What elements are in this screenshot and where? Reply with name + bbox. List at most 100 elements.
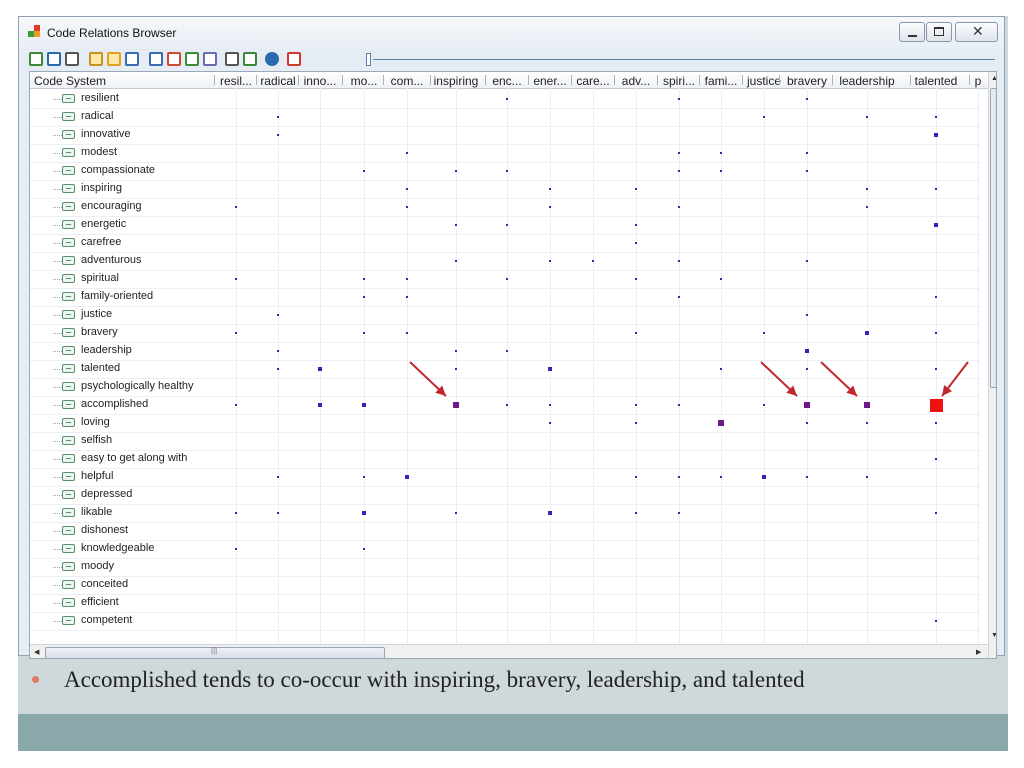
- column-separator[interactable]: [485, 75, 486, 85]
- co-occurrence-cell[interactable]: [678, 206, 680, 208]
- column-header-5[interactable]: inspiring: [432, 74, 480, 88]
- table-row[interactable]: efficient: [30, 594, 980, 613]
- co-occurrence-cell[interactable]: [506, 404, 508, 406]
- table-row[interactable]: resilient: [30, 90, 980, 109]
- co-occurrence-cell[interactable]: [866, 206, 868, 208]
- co-occurrence-cell[interactable]: [866, 116, 868, 118]
- vertical-scrollbar[interactable]: ▲ ▼: [988, 72, 996, 658]
- table-row[interactable]: modest: [30, 144, 980, 163]
- columns-icon[interactable]: [89, 52, 103, 66]
- co-occurrence-cell[interactable]: [935, 188, 937, 190]
- column-header-7[interactable]: ener...: [530, 74, 570, 88]
- co-occurrence-cell[interactable]: [678, 296, 680, 298]
- co-occurrence-cell[interactable]: [804, 402, 810, 408]
- copy-icon[interactable]: [203, 52, 217, 66]
- table-row[interactable]: depressed: [30, 486, 980, 505]
- column-separator[interactable]: [614, 75, 615, 85]
- table-row[interactable]: selfish: [30, 432, 980, 451]
- co-occurrence-cell[interactable]: [635, 278, 637, 280]
- co-occurrence-cell[interactable]: [455, 368, 457, 370]
- co-occurrence-cell[interactable]: [406, 332, 408, 334]
- co-occurrence-cell[interactable]: [935, 368, 937, 370]
- co-occurrence-cell[interactable]: [935, 620, 937, 622]
- column-header-4[interactable]: com...: [385, 74, 430, 88]
- table-row[interactable]: accomplished: [30, 396, 980, 415]
- co-occurrence-cell[interactable]: [549, 188, 551, 190]
- table-row[interactable]: psychologically healthy: [30, 378, 980, 397]
- column-header-9[interactable]: adv...: [616, 74, 656, 88]
- co-occurrence-cell[interactable]: [592, 260, 594, 262]
- co-occurrence-cell[interactable]: [506, 170, 508, 172]
- table-row[interactable]: dishonest: [30, 522, 980, 541]
- refresh-icon[interactable]: [243, 52, 257, 66]
- table-row[interactable]: bravery: [30, 324, 980, 343]
- co-occurrence-cell[interactable]: [718, 420, 724, 426]
- column-header-10[interactable]: spiri...: [659, 74, 699, 88]
- co-occurrence-cell[interactable]: [806, 152, 808, 154]
- table-row[interactable]: inspiring: [30, 180, 980, 199]
- co-occurrence-cell[interactable]: [406, 296, 408, 298]
- table-row[interactable]: leadership: [30, 342, 980, 361]
- co-occurrence-cell[interactable]: [935, 332, 937, 334]
- scroll-left-icon[interactable]: ◀: [34, 649, 39, 657]
- maximize-button[interactable]: [926, 22, 952, 42]
- co-occurrence-cell[interactable]: [929, 398, 943, 412]
- highlight-icon[interactable]: [107, 52, 121, 66]
- co-occurrence-cell[interactable]: [548, 511, 552, 515]
- co-occurrence-cell[interactable]: [678, 152, 680, 154]
- co-occurrence-cell[interactable]: [362, 511, 366, 515]
- column-separator[interactable]: [256, 75, 257, 85]
- column-header-6[interactable]: enc...: [487, 74, 527, 88]
- column-header-14[interactable]: leadership: [834, 74, 900, 88]
- table-row[interactable]: family-oriented: [30, 288, 980, 307]
- column-header-13[interactable]: bravery: [781, 74, 833, 88]
- minimize-button[interactable]: [899, 22, 925, 42]
- co-occurrence-cell[interactable]: [455, 224, 457, 226]
- co-occurrence-cell[interactable]: [318, 403, 322, 407]
- co-occurrence-cell[interactable]: [866, 476, 868, 478]
- co-occurrence-cell[interactable]: [864, 402, 870, 408]
- co-occurrence-cell[interactable]: [235, 278, 237, 280]
- co-occurrence-cell[interactable]: [806, 314, 808, 316]
- list-icon[interactable]: [225, 52, 239, 66]
- co-occurrence-cell[interactable]: [235, 206, 237, 208]
- co-occurrence-cell[interactable]: [363, 278, 365, 280]
- co-occurrence-cell[interactable]: [277, 368, 279, 370]
- zoom-slider-handle[interactable]: [366, 53, 371, 66]
- co-occurrence-cell[interactable]: [406, 152, 408, 154]
- column-separator[interactable]: [910, 75, 911, 85]
- column-header-8[interactable]: care...: [573, 74, 613, 88]
- co-occurrence-cell[interactable]: [548, 367, 552, 371]
- co-occurrence-cell[interactable]: [678, 260, 680, 262]
- table-row[interactable]: competent: [30, 612, 980, 631]
- table-row[interactable]: conceited: [30, 576, 980, 595]
- column-separator[interactable]: [298, 75, 299, 85]
- co-occurrence-cell[interactable]: [720, 368, 722, 370]
- table-row[interactable]: moody: [30, 558, 980, 577]
- co-occurrence-cell[interactable]: [935, 458, 937, 460]
- table-row[interactable]: justice: [30, 306, 980, 325]
- table-row[interactable]: easy to get along with: [30, 450, 980, 469]
- co-occurrence-cell[interactable]: [405, 475, 409, 479]
- close-button[interactable]: ✕: [955, 22, 998, 42]
- co-occurrence-cell[interactable]: [635, 188, 637, 190]
- run-icon[interactable]: [287, 52, 301, 66]
- co-occurrence-cell[interactable]: [235, 404, 237, 406]
- table-row[interactable]: spiritual: [30, 270, 980, 289]
- co-occurrence-cell[interactable]: [635, 242, 637, 244]
- co-occurrence-cell[interactable]: [235, 332, 237, 334]
- co-occurrence-cell[interactable]: [865, 331, 869, 335]
- co-occurrence-cell[interactable]: [277, 314, 279, 316]
- table-row[interactable]: helpful: [30, 468, 980, 487]
- co-occurrence-cell[interactable]: [506, 278, 508, 280]
- co-occurrence-cell[interactable]: [455, 170, 457, 172]
- zoom-slider-track[interactable]: [373, 59, 995, 60]
- code-system-header[interactable]: Code System: [34, 74, 174, 88]
- column-header-2[interactable]: inno...: [300, 74, 340, 88]
- co-occurrence-cell[interactable]: [763, 404, 765, 406]
- co-occurrence-cell[interactable]: [362, 403, 366, 407]
- table-row[interactable]: adventurous: [30, 252, 980, 271]
- code-icon[interactable]: [185, 52, 199, 66]
- co-occurrence-cell[interactable]: [406, 278, 408, 280]
- scroll-up-icon[interactable]: ▲: [991, 75, 996, 83]
